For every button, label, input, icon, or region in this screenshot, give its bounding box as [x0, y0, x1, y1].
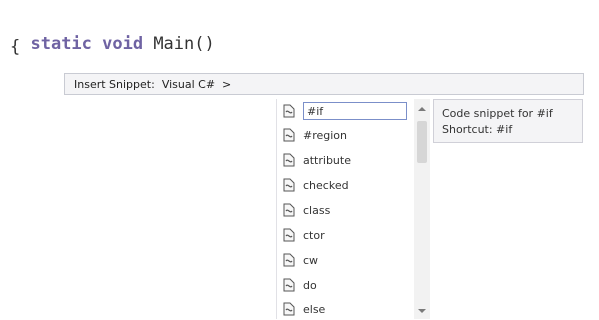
snippet-item-else[interactable]: else: [281, 299, 325, 319]
snippet-icon: [281, 301, 297, 317]
snippet-list-scrollbar[interactable]: [414, 99, 430, 319]
snippet-item-label: checked: [303, 178, 349, 192]
snippet-item-label: do: [303, 278, 317, 292]
code-keyword: static void: [30, 34, 144, 54]
code-line-2: {: [10, 37, 21, 57]
scrollbar-thumb[interactable]: [417, 121, 427, 163]
snippet-icon: [281, 252, 297, 268]
insert-snippet-bar: Insert Snippet: Visual C# >: [64, 73, 584, 95]
snippet-item-label: else: [303, 302, 326, 316]
snippet-item-label: attribute: [303, 153, 351, 167]
snippet-item-label: class: [303, 203, 331, 217]
snippet-item-label: #if: [303, 102, 407, 120]
breadcrumb-visual-csharp[interactable]: Visual C#: [162, 78, 215, 91]
snippet-item-class[interactable]: class: [281, 200, 330, 220]
snippet-item-cw[interactable]: cw: [281, 250, 318, 270]
snippet-icon: [281, 177, 297, 193]
snippet-icon: [281, 103, 297, 119]
scroll-up-icon[interactable]: [418, 107, 426, 111]
snippet-item-checked[interactable]: checked: [281, 175, 349, 195]
snippet-icon: [281, 202, 297, 218]
snippet-list[interactable]: #if #region attribute checked class ctor…: [276, 99, 432, 319]
breadcrumb-separator: >: [222, 77, 232, 91]
code-line-1: static void Main(): [10, 11, 215, 55]
snippet-item-label: #region: [303, 128, 348, 142]
snippet-icon: [281, 277, 297, 293]
snippet-icon: [281, 152, 297, 168]
tooltip-description: Code snippet for #if: [442, 107, 553, 120]
snippet-icon: [281, 227, 297, 243]
snippet-item-attribute[interactable]: attribute: [281, 150, 351, 170]
scroll-down-icon[interactable]: [418, 309, 426, 313]
snippet-tooltip: Code snippet for #if Shortcut: #if: [433, 99, 583, 143]
insert-snippet-label: Insert Snippet:: [74, 77, 155, 91]
snippet-item-label: cw: [303, 253, 319, 267]
snippet-item-ctor[interactable]: ctor: [281, 225, 325, 245]
snippet-icon: [281, 127, 297, 143]
snippet-item-region[interactable]: #region: [281, 125, 347, 145]
snippet-item-if[interactable]: #if: [281, 101, 407, 121]
code-method: Main(): [143, 34, 215, 54]
snippet-item-do[interactable]: do: [281, 275, 317, 295]
tooltip-shortcut: Shortcut: #if: [442, 123, 513, 136]
snippet-item-label: ctor: [303, 228, 325, 242]
